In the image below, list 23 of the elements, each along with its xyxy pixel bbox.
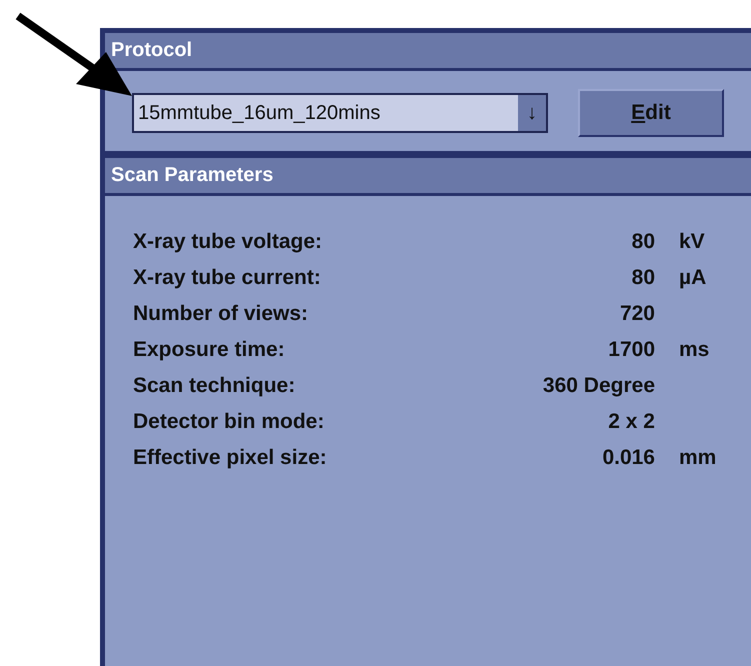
parameter-label: Exposure time: — [133, 338, 286, 362]
parameter-label: Scan technique: — [133, 374, 296, 398]
section-title: Scan Parameters — [105, 158, 751, 196]
parameter-value: 1700 — [607, 338, 655, 362]
parameter-value: 360 Degree — [542, 374, 655, 398]
edit-button[interactable]: Edit — [578, 89, 724, 137]
dropdown-button[interactable]: ↓ — [518, 95, 546, 131]
parameter-unit: µA — [678, 266, 708, 290]
parameter-label: Number of views: — [133, 302, 310, 326]
parameter-label: X-ray tube voltage: — [133, 230, 324, 254]
parameter-value: 80 — [630, 230, 655, 254]
parameter-label: Detector bin mode: — [133, 410, 326, 434]
parameter-unit: ms — [678, 338, 710, 362]
parameter-unit: kV — [678, 230, 706, 254]
protocol-dropdown[interactable]: 15mmtube_16um_120mins ↓ — [132, 93, 548, 133]
parameter-value: 720 — [618, 302, 655, 326]
parameter-value: 2 x 2 — [607, 410, 655, 434]
parameter-label: Effective pixel size: — [133, 446, 328, 470]
section-title: Protocol — [105, 33, 751, 71]
parameter-unit: mm — [678, 446, 718, 470]
parameter-label: X-ray tube current: — [133, 266, 322, 290]
parameter-value: 0.016 — [601, 446, 655, 470]
parameter-value: 80 — [630, 266, 655, 290]
